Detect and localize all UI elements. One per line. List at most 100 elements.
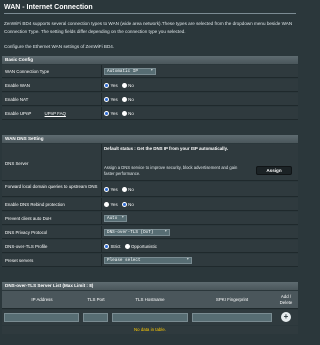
spki-fingerprint-input[interactable]: [192, 313, 272, 322]
radio-label: No: [128, 97, 134, 102]
tls-hostname-input[interactable]: [112, 313, 188, 322]
enable-wan-label: Enable WAN: [5, 83, 30, 88]
enable-wan-radios: Yes No: [104, 83, 138, 88]
radio-label: Yes: [110, 97, 118, 102]
assign-button[interactable]: Assign: [256, 166, 292, 175]
tls-profile-strict[interactable]: Strict: [104, 244, 121, 249]
radio-selected-icon: [104, 97, 109, 102]
forward-queries-radios: Yes No: [104, 187, 138, 192]
radio-selected-icon: [104, 244, 109, 249]
radio-label: No: [128, 83, 134, 88]
preset-servers-row: Preset servers Please select ▾: [2, 254, 298, 267]
wan-type-row: WAN Connection Type Automatic IP ▾: [2, 65, 298, 78]
column-divider: [101, 144, 102, 180]
forward-queries-yes[interactable]: Yes: [104, 187, 118, 192]
upnp-faq-link[interactable]: UPnP FAQ: [45, 111, 66, 116]
wan-type-label: WAN Connection Type: [5, 69, 50, 74]
enable-upnp-yes[interactable]: Yes: [104, 111, 118, 116]
radio-icon: [121, 187, 127, 192]
forward-queries-no[interactable]: No: [121, 187, 134, 192]
page-description: ZenWiFi BD4 supports several connection …: [4, 21, 293, 34]
rebind-no[interactable]: No: [121, 202, 134, 207]
preset-servers-value: Please select: [107, 258, 141, 263]
column-divider: [101, 254, 102, 266]
column-divider: [101, 182, 102, 196]
server-list-columns: IP Address TLS Port TLS Hostname SPKI Fi…: [2, 291, 298, 309]
prevent-doh-value: Auto: [107, 216, 118, 221]
enable-wan-no[interactable]: No: [121, 83, 134, 88]
wan-type-select[interactable]: Automatic IP ▾: [104, 68, 156, 75]
chevron-down-icon: ▾: [164, 230, 167, 234]
tls-profile-opportunistic[interactable]: Opportunistic: [124, 244, 157, 249]
enable-nat-yes[interactable]: Yes: [104, 97, 118, 102]
dns-server-row: DNS Server Default status : Get the DNS …: [2, 144, 298, 181]
radio-label: No: [128, 202, 134, 207]
dns-default-status: Default status : Get the DNS IP from you…: [104, 146, 228, 151]
radio-label: Yes: [110, 187, 118, 192]
radio-label: Yes: [110, 83, 118, 88]
server-list-header: DNS-over-TLS Server List (Max Limit : 8): [2, 282, 298, 290]
col-tls-hostname: TLS Hostname: [135, 297, 165, 302]
plus-icon: +: [283, 312, 289, 321]
tls-profile-label: DNS-over-TLS Profile: [5, 244, 48, 249]
rebind-label: Enable DNS Rebind protection: [5, 202, 65, 207]
preset-servers-select[interactable]: Please select ▾: [104, 257, 192, 264]
radio-selected-icon: [121, 202, 127, 207]
enable-upnp-label-wrap: Enable UPnP UPnP FAQ: [5, 111, 99, 116]
forward-queries-label: Forward local domain queries to upstream…: [5, 184, 98, 189]
enable-nat-row: Enable NAT Yes No: [2, 93, 298, 106]
column-divider: [101, 198, 102, 210]
radio-icon: [124, 244, 130, 249]
radio-selected-icon: [104, 111, 109, 116]
col-tls-port: TLS Port: [87, 297, 105, 302]
tls-profile-radios: Strict Opportunistic: [104, 244, 161, 249]
prevent-doh-label: Prevent client auto DoH: [5, 216, 52, 221]
page-title: WAN - Internet Connection: [4, 4, 93, 11]
column-divider: [101, 65, 102, 77]
add-button[interactable]: +: [281, 312, 291, 322]
wan-settings-page: WAN - Internet Connection ZenWiFi BD4 su…: [0, 0, 300, 345]
radio-label: No: [128, 111, 134, 116]
basic-config-header: Basic Config: [2, 56, 298, 64]
column-divider: [101, 226, 102, 238]
rebind-row: Enable DNS Rebind protection Yes No: [2, 198, 298, 211]
radio-label: Opportunistic: [131, 244, 157, 249]
rebind-yes[interactable]: Yes: [104, 202, 118, 207]
enable-nat-no[interactable]: No: [121, 97, 134, 102]
config-hint: Configure the Ethernet WAN settings of Z…: [4, 44, 115, 49]
tls-profile-row: DNS-over-TLS Profile Strict Opportunisti…: [2, 240, 298, 253]
server-list-input-row: +: [2, 310, 298, 325]
enable-upnp-no[interactable]: No: [121, 111, 134, 116]
col-ip-address: IP Address: [31, 297, 53, 302]
radio-icon: [121, 83, 127, 88]
dns-setting-header: WAN DNS Setting: [2, 135, 298, 143]
chevron-down-icon: ▾: [150, 69, 153, 73]
col-add-delete: Add / Delete: [279, 294, 293, 305]
enable-upnp-radios: Yes No: [104, 111, 138, 116]
radio-selected-icon: [104, 83, 109, 88]
col-spki-fingerprint: SPKI Fingerprint: [215, 297, 249, 302]
title-divider: [4, 13, 296, 14]
chevron-down-icon: ▾: [186, 258, 189, 262]
empty-table-message: No data in table.: [2, 326, 298, 334]
privacy-protocol-label: DNS Privacy Protocol: [5, 230, 48, 235]
tls-port-input[interactable]: [83, 313, 108, 322]
radio-label: Yes: [110, 111, 118, 116]
ip-address-input[interactable]: [4, 313, 79, 322]
privacy-protocol-row: DNS Privacy Protocol DNS-over-TLS (DoT) …: [2, 226, 298, 239]
radio-icon: [121, 97, 127, 102]
enable-nat-label: Enable NAT: [5, 97, 29, 102]
dns-server-label: DNS Server: [5, 161, 29, 166]
radio-selected-icon: [104, 187, 109, 192]
preset-servers-label: Preset servers: [5, 258, 34, 263]
radio-label: Yes: [110, 202, 118, 207]
radio-icon: [121, 111, 127, 116]
column-divider: [101, 79, 102, 91]
privacy-protocol-select[interactable]: DNS-over-TLS (DoT) ▾: [104, 229, 170, 236]
column-divider: [101, 212, 102, 224]
column-divider: [101, 107, 102, 119]
enable-wan-yes[interactable]: Yes: [104, 83, 118, 88]
prevent-doh-select[interactable]: Auto ▾: [104, 215, 127, 222]
rebind-radios: Yes No: [104, 202, 138, 207]
enable-nat-radios: Yes No: [104, 97, 138, 102]
